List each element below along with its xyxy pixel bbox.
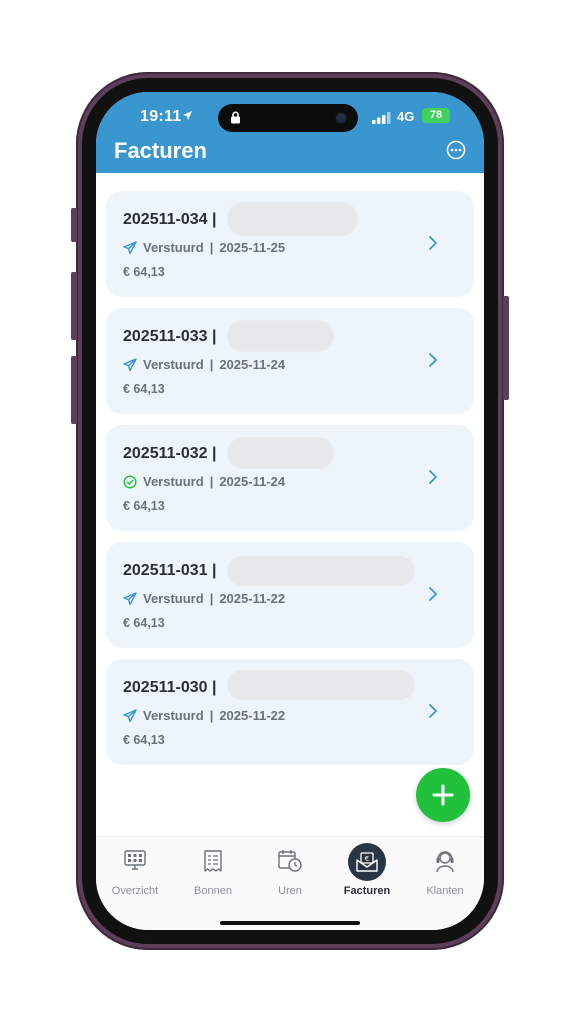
invoice-number: 202511-031 | [123,562,217,579]
invoice-number: 202511-030 | [123,679,217,696]
invoice-status: Verstuurd [143,708,204,723]
network-type: 4G [397,109,415,124]
paper-plane-icon [123,357,137,371]
silent-switch [71,208,77,242]
chevron-right-icon [429,470,438,484]
invoice-status-line: Verstuurd | 2025-11-24 [123,357,285,372]
location-arrow-icon [182,110,193,121]
invoice-amount: € 64,13 [123,382,165,396]
invoice-card[interactable]: 202511-031 | Verstuurd | 2025-11-22 € 64… [106,542,474,648]
bottom-tab-bar: Overzicht Bonnen Uren € Facturen Klanten [96,836,484,930]
camera-icon [336,113,346,123]
invoice-status-line: Verstuurd | 2025-11-22 [123,591,285,606]
invoice-card[interactable]: 202511-033 | Verstuurd | 2025-11-24 € 64… [106,308,474,414]
invoice-status: Verstuurd [143,474,204,489]
add-invoice-button[interactable] [416,768,470,822]
tab-uren[interactable]: Uren [251,837,329,907]
tab-overzicht[interactable]: Overzicht [96,837,174,907]
chevron-right-icon [429,236,438,250]
check-circle-icon [123,474,137,489]
invoice-card[interactable]: 202511-030 | Verstuurd | 2025-11-22 € 64… [106,659,474,765]
chevron-right-icon [429,587,438,601]
invoice-number: 202511-034 | [123,211,217,228]
invoice-date: 2025-11-22 [219,708,286,723]
customer-support-icon [436,851,454,873]
invoice-date: 2025-11-24 [219,474,286,489]
status-separator: | [209,357,214,372]
more-options-icon[interactable] [446,140,466,160]
status-separator: | [209,708,214,723]
volume-up-button [71,272,77,340]
redacted-client-name [227,670,415,700]
invoice-envelope-icon: € [356,852,378,872]
redacted-client-name [227,556,415,586]
tab-bonnen[interactable]: Bonnen [174,837,252,907]
paper-plane-icon [123,240,137,254]
volume-down-button [71,356,77,424]
tab-label: Uren [278,885,302,897]
power-button [503,296,509,400]
app-header: 19:11 4G 78 Facturen [96,92,484,173]
invoice-number: 202511-032 | [123,445,217,462]
receipt-icon [204,850,222,872]
status-separator: | [209,591,214,606]
invoice-status-line: Verstuurd | 2025-11-25 [123,240,285,255]
invoice-amount: € 64,13 [123,499,165,513]
home-indicator[interactable] [220,921,360,925]
invoice-date: 2025-11-24 [219,357,286,372]
invoice-amount: € 64,13 [123,616,165,630]
invoice-status-line: Verstuurd | 2025-11-22 [123,708,285,723]
dashboard-monitor-icon [124,850,146,870]
redacted-client-name [227,320,334,352]
invoice-date: 2025-11-22 [219,591,286,606]
tab-label: Overzicht [111,885,159,897]
invoice-card[interactable]: 202511-032 | Verstuurd | 2025-11-24 € 64… [106,425,474,531]
invoice-date: 2025-11-25 [219,240,286,255]
status-separator: | [209,240,214,255]
page-title: Facturen [114,138,207,163]
tab-klanten[interactable]: Klanten [406,837,484,907]
invoice-status: Verstuurd [143,240,204,255]
signal-bars-icon [372,112,391,124]
plus-icon [432,784,454,806]
battery-indicator: 78 [422,108,450,123]
paper-plane-icon [123,591,137,605]
invoice-amount: € 64,13 [123,733,165,747]
paper-plane-icon [123,708,137,722]
invoice-status: Verstuurd [143,357,204,372]
lock-icon [231,111,240,124]
app-screen: 19:11 4G 78 Facturen 202511-034 | Verstu… [96,92,484,930]
status-time: 19:11 [140,108,182,125]
invoice-status-line: Verstuurd | 2025-11-24 [123,474,285,489]
svg-text:€: € [365,855,369,863]
tab-label: Bonnen [194,885,232,897]
chevron-right-icon [429,353,438,367]
redacted-client-name [227,437,334,469]
tab-label: Facturen [343,885,391,897]
invoice-card[interactable]: 202511-034 | Verstuurd | 2025-11-25 € 64… [106,191,474,297]
redacted-client-name [227,202,358,236]
tab-label: Klanten [426,885,464,897]
tab-facturen[interactable]: € Facturen [328,837,406,907]
invoice-number: 202511-033 | [123,328,217,345]
calendar-clock-icon [278,850,302,872]
invoice-amount: € 64,13 [123,265,165,279]
dynamic-island [218,104,358,132]
status-separator: | [209,474,214,489]
chevron-right-icon [429,704,438,718]
invoice-status: Verstuurd [143,591,204,606]
